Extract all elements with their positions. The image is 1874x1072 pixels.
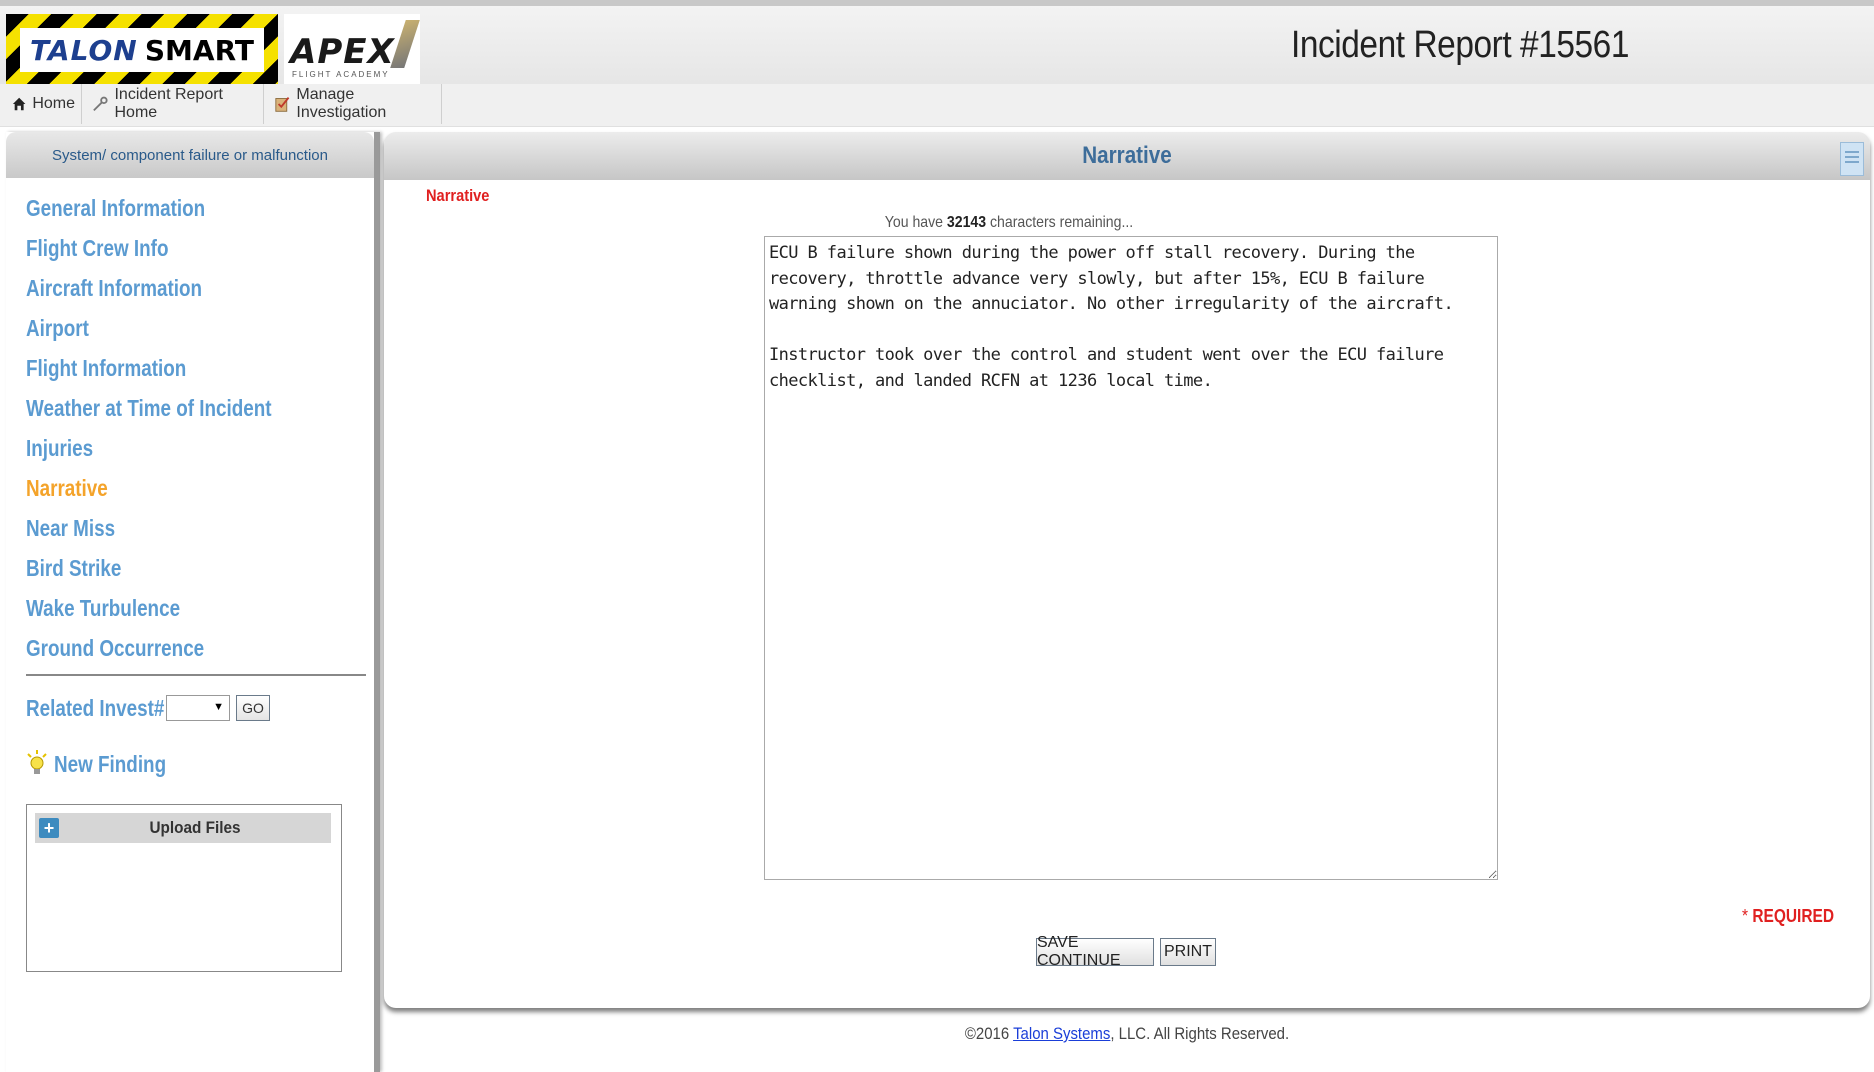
save-continue-button[interactable]: SAVE CONTINUE [1036,934,1154,969]
nav-manage-investigation[interactable]: Manage Investigation [266,84,442,124]
sidebar-item-wake-turbulence[interactable]: Wake Turbulence [26,588,305,628]
sidebar-item-near-miss[interactable]: Near Miss [26,508,305,548]
app-header: TALON SMART APEX FLIGHT ACADEMY Incident… [0,0,1874,86]
sidebar-item-aircraft-information[interactable]: Aircraft Information [26,268,305,308]
home-icon [12,97,26,111]
nav-incident-report-home-label: Incident Report Home [114,86,223,121]
upload-files-panel: + Upload Files [26,804,342,972]
narrative-textarea[interactable]: ECU B failure shown during the power off… [764,236,1498,880]
plus-icon[interactable]: + [39,818,59,838]
related-invest-row: Related Invest# GO [26,688,270,728]
section-label: Narrative [426,186,490,205]
new-finding-link[interactable]: New Finding [26,744,191,784]
lightbulb-icon [27,750,47,774]
required-text: REQUIRED [1752,906,1834,926]
top-nav: Home Incident Report Home Manage Investi… [0,84,1874,127]
go-button[interactable]: GO [236,695,270,721]
nav-home[interactable]: Home [4,84,82,124]
sidebar-menu: General Information Flight Crew Info Air… [26,188,366,668]
chars-remaining: You have 32143 characters remaining... [793,214,1224,232]
sidebar-item-bird-strike[interactable]: Bird Strike [26,548,305,588]
sidebar-item-injuries[interactable]: Injuries [26,428,305,468]
upload-files-label: Upload Files [149,818,241,837]
main-panel: Narrative Narrative You have 32143 chara… [384,132,1870,1008]
smart-logo-text: SMART [144,33,254,67]
nav-manage-investigation-label: Manage Investigation [296,86,387,121]
required-label: * REQUIRED [1742,906,1834,927]
nav-home-label: Home [32,95,75,112]
sidebar-item-weather[interactable]: Weather at Time of Incident [26,388,305,428]
sidebar-item-flight-crew-info[interactable]: Flight Crew Info [26,228,305,268]
wrench-icon [93,96,108,112]
panel-title: Narrative [1082,142,1172,169]
footer-prefix: ©2016 [964,1024,1014,1043]
footer-suffix: , LLC. All Rights Reserved. [1110,1024,1290,1043]
clipboard-icon [275,97,290,112]
nav-incident-report-home[interactable]: Incident Report Home [84,84,264,124]
required-star: * [1741,906,1753,926]
sidebar-item-ground-occurrence[interactable]: Ground Occurrence [26,628,305,668]
talon-systems-link[interactable]: Talon Systems [1013,1024,1110,1043]
sidebar-item-flight-information[interactable]: Flight Information [26,348,305,388]
sidebar-header: System/ component failure or malfunction [6,132,374,178]
apex-logo-subtext: FLIGHT ACADEMY [292,70,390,79]
upload-files-header[interactable]: + Upload Files [35,813,331,843]
new-finding-label: New Finding [54,750,167,777]
sidebar-item-airport[interactable]: Airport [26,308,305,348]
talon-logo-text: TALON [30,33,138,67]
chars-remaining-count: 32143 [946,214,987,231]
page-title: Incident Report #15561 [1290,24,1629,66]
sidebar: System/ component failure or malfunction… [6,132,380,1072]
apex-logo-text: APEX [290,32,395,72]
print-button[interactable]: PRINT [1160,938,1216,966]
apex-logo: APEX FLIGHT ACADEMY [284,14,420,86]
talon-smart-logo[interactable]: TALON SMART [6,14,278,86]
related-invest-label: Related Invest# [26,694,165,721]
sidebar-divider [26,674,366,676]
sidebar-item-general-information[interactable]: General Information [26,188,305,228]
footer: ©2016 Talon Systems, LLC. All Rights Res… [473,1024,1781,1044]
chars-remaining-prefix: You have [884,214,947,231]
document-icon[interactable] [1840,142,1864,176]
chars-remaining-suffix: characters remaining... [986,214,1134,231]
main-panel-header: Narrative [384,132,1870,180]
sidebar-item-narrative[interactable]: Narrative [26,468,305,508]
related-invest-select[interactable] [166,695,230,721]
